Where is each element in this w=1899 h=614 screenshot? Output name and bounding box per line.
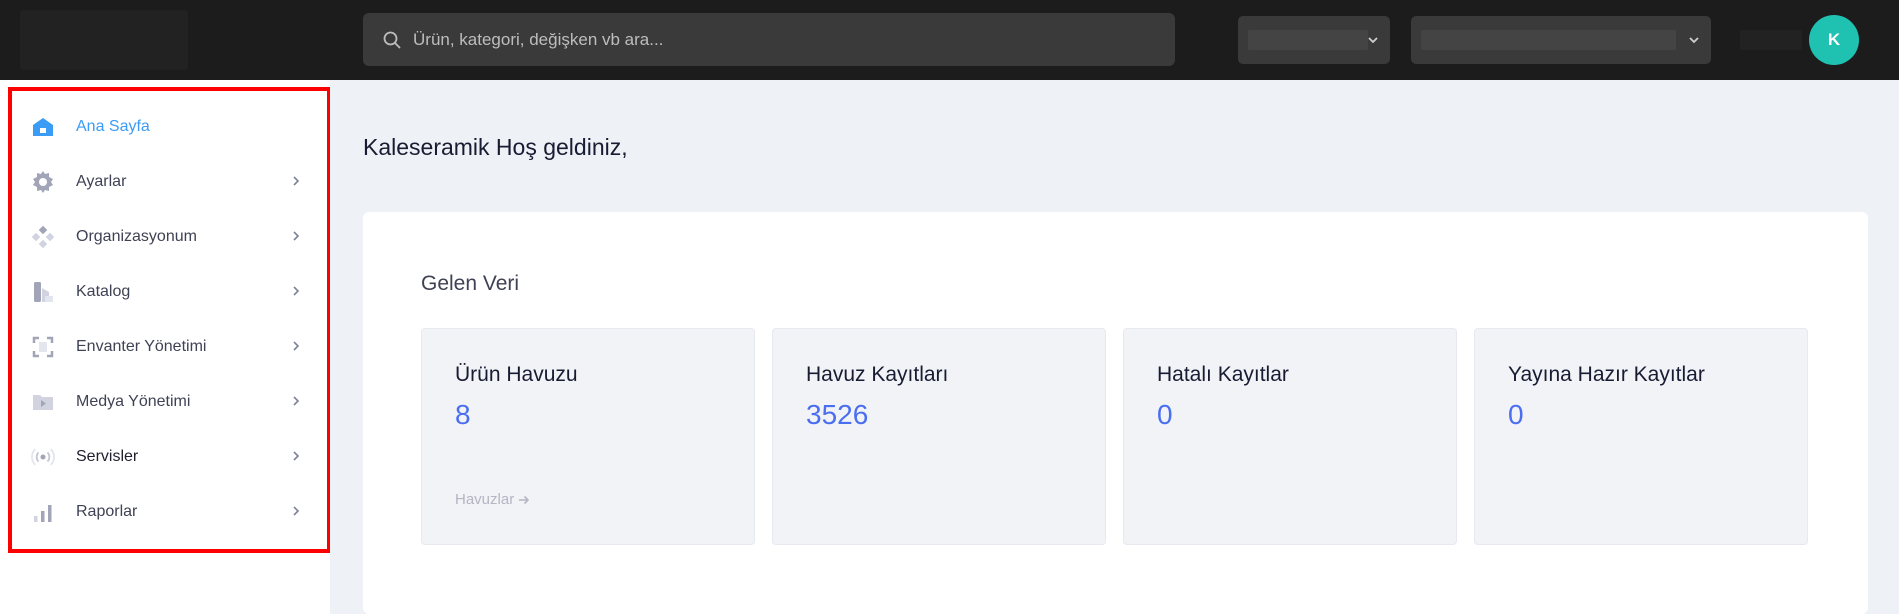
sidebar-item-label: Ayarlar — [76, 173, 127, 190]
stat-value: 3526 — [806, 399, 869, 430]
chevron-right-icon — [293, 396, 300, 406]
sidebar-item-inventory[interactable]: Envanter Yönetimi — [28, 325, 303, 369]
stat-value: 0 — [1157, 399, 1173, 430]
search-box[interactable] — [363, 13, 1175, 66]
sidebar-item-label: Organizasyonum — [76, 228, 197, 245]
media-icon — [28, 387, 58, 417]
chevron-right-icon — [293, 506, 300, 516]
sidebar-item-catalog[interactable]: Katalog — [28, 270, 303, 314]
stat-card-error-records: Hatalı Kayıtlar 0 — [1123, 328, 1457, 545]
sidebar-item-services[interactable]: Servisler — [28, 435, 303, 479]
logo[interactable] — [20, 10, 188, 70]
selector-dropdown-2[interactable] — [1411, 16, 1711, 64]
selector-dropdown-1[interactable] — [1238, 16, 1390, 64]
sidebar-item-media[interactable]: Medya Yönetimi — [28, 380, 303, 424]
sidebar-item-label: Ana Sayfa — [76, 118, 150, 135]
stat-value: 8 — [455, 399, 471, 430]
top-bar: K — [0, 0, 1899, 80]
pools-link[interactable]: Havuzlar — [455, 491, 530, 508]
sidebar: Ana Sayfa Ayarlar Organizasyonum Katalog… — [0, 80, 330, 614]
sidebar-item-reports[interactable]: Raporlar — [28, 490, 303, 534]
stat-label: Yayına Hazır Kayıtlar — [1508, 363, 1705, 386]
stat-value: 0 — [1508, 399, 1524, 430]
services-icon — [28, 442, 58, 472]
search-input[interactable] — [413, 29, 1113, 50]
chevron-right-icon — [293, 231, 300, 241]
sidebar-item-label: Raporlar — [76, 503, 138, 520]
sidebar-item-organization[interactable]: Organizasyonum — [28, 215, 303, 259]
stat-card-product-pool: Ürün Havuzu 8 Havuzlar — [421, 328, 755, 545]
reports-icon — [28, 497, 58, 527]
user-name — [1740, 30, 1802, 50]
sidebar-item-label: Envanter Yönetimi — [76, 338, 207, 355]
arrow-right-icon — [519, 495, 530, 504]
sidebar-item-settings[interactable]: Ayarlar — [28, 160, 303, 204]
sidebar-item-label: Servisler — [76, 448, 139, 465]
chevron-right-icon — [293, 341, 300, 351]
chevron-down-icon — [1368, 37, 1378, 44]
chevron-right-icon — [293, 286, 300, 296]
pools-link-label: Havuzlar — [455, 491, 515, 508]
sidebar-item-home[interactable]: Ana Sayfa — [28, 105, 303, 149]
inventory-icon — [28, 332, 58, 362]
stat-label: Havuz Kayıtları — [806, 363, 949, 386]
sidebar-item-label: Medya Yönetimi — [76, 393, 191, 410]
chevron-right-icon — [293, 451, 300, 461]
avatar[interactable]: K — [1809, 15, 1859, 65]
stat-card-pool-records: Havuz Kayıtları 3526 — [772, 328, 1106, 545]
sidebar-item-label: Katalog — [76, 283, 131, 300]
gear-icon — [28, 167, 58, 197]
chevron-right-icon — [293, 176, 300, 186]
organization-icon — [28, 222, 58, 252]
home-icon — [28, 112, 58, 142]
catalog-icon — [28, 277, 58, 307]
search-icon — [383, 31, 401, 48]
page-title: Kaleseramik Hoş geldiniz, — [363, 134, 628, 160]
stat-label: Hatalı Kayıtlar — [1157, 363, 1289, 386]
chevron-down-icon — [1689, 37, 1699, 44]
stat-label: Ürün Havuzu — [455, 363, 578, 386]
stat-card-ready-records: Yayına Hazır Kayıtlar 0 — [1474, 328, 1808, 545]
section-title: Gelen Veri — [421, 272, 520, 295]
